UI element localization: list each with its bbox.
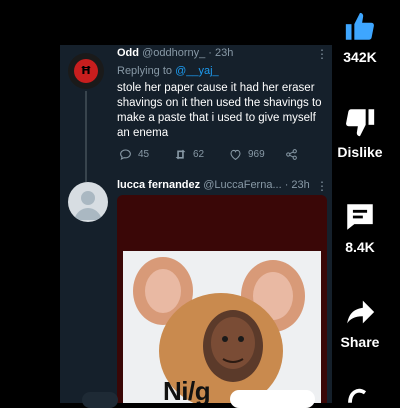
more-options-icon[interactable]: ⋮ <box>316 47 328 61</box>
tweet-actions: 45 62 969 <box>117 148 317 164</box>
share-button[interactable]: Share <box>330 295 390 350</box>
like-count-label: 342K <box>343 49 377 65</box>
retweet-count: 62 <box>193 149 205 160</box>
more-options-icon-2[interactable]: ⋮ <box>316 179 328 193</box>
username[interactable]: @oddhorny_ <box>142 47 205 59</box>
like-button[interactable]: 342K <box>330 10 390 65</box>
share-label: Share <box>340 334 380 350</box>
display-name-2[interactable]: lucca fernandez <box>117 179 200 191</box>
overlay-control[interactable] <box>82 392 118 408</box>
media-caption: Ni/g <box>163 376 211 403</box>
username-2[interactable]: @LuccaFerna... <box>203 179 281 191</box>
timestamp-2: · 23h <box>284 179 310 191</box>
comments-button[interactable]: 8.4K <box>330 200 390 255</box>
avatar[interactable]: Ħ <box>68 53 104 89</box>
replying-to: Replying to @__yaj_ <box>117 65 219 77</box>
like-count: 969 <box>248 149 265 160</box>
overlay-pill[interactable] <box>230 390 315 408</box>
media-image: Ni/g <box>123 251 321 403</box>
tweet-header-2: lucca fernandez @LuccaFerna... · 23h <box>117 179 310 191</box>
like-action[interactable]: 969 <box>229 148 265 161</box>
avatar-default[interactable] <box>68 182 108 222</box>
tweet-text: stole her paper cause it had her eraser … <box>117 82 322 139</box>
dislike-button[interactable]: Dislike <box>330 105 390 160</box>
dislike-label: Dislike <box>337 144 383 160</box>
twitter-screenshot: Ħ Odd @oddhorny_ · 23h Replying to @__ya… <box>60 45 332 403</box>
share-action[interactable] <box>285 148 298 161</box>
tweet-media[interactable]: Ni/g <box>117 195 327 403</box>
mouse-meme-illustration <box>133 257 305 403</box>
replying-to-prefix: Replying to <box>117 65 176 77</box>
user-silhouette-icon <box>74 191 102 220</box>
remix-button[interactable] <box>330 385 390 408</box>
retweet-icon <box>175 149 186 160</box>
reply-action[interactable]: 45 <box>119 148 149 161</box>
avatar-logo: Ħ <box>74 59 98 83</box>
replying-to-link[interactable]: @__yaj_ <box>175 65 219 77</box>
share-arrow-icon <box>347 300 375 324</box>
thumbs-up-icon <box>345 12 374 40</box>
retweet-action[interactable]: 62 <box>174 148 204 161</box>
timestamp: · 23h <box>208 47 234 59</box>
remix-icon <box>348 388 367 403</box>
tweet-header: Odd @oddhorny_ · 23h <box>117 47 233 59</box>
thumbs-down-icon <box>346 109 375 137</box>
share-icon <box>286 149 297 160</box>
reply-count: 45 <box>138 149 150 160</box>
comment-icon <box>347 204 373 230</box>
display-name[interactable]: Odd <box>117 47 139 59</box>
reply-icon <box>120 149 131 160</box>
comment-count-label: 8.4K <box>345 239 375 255</box>
heart-icon <box>230 149 241 160</box>
